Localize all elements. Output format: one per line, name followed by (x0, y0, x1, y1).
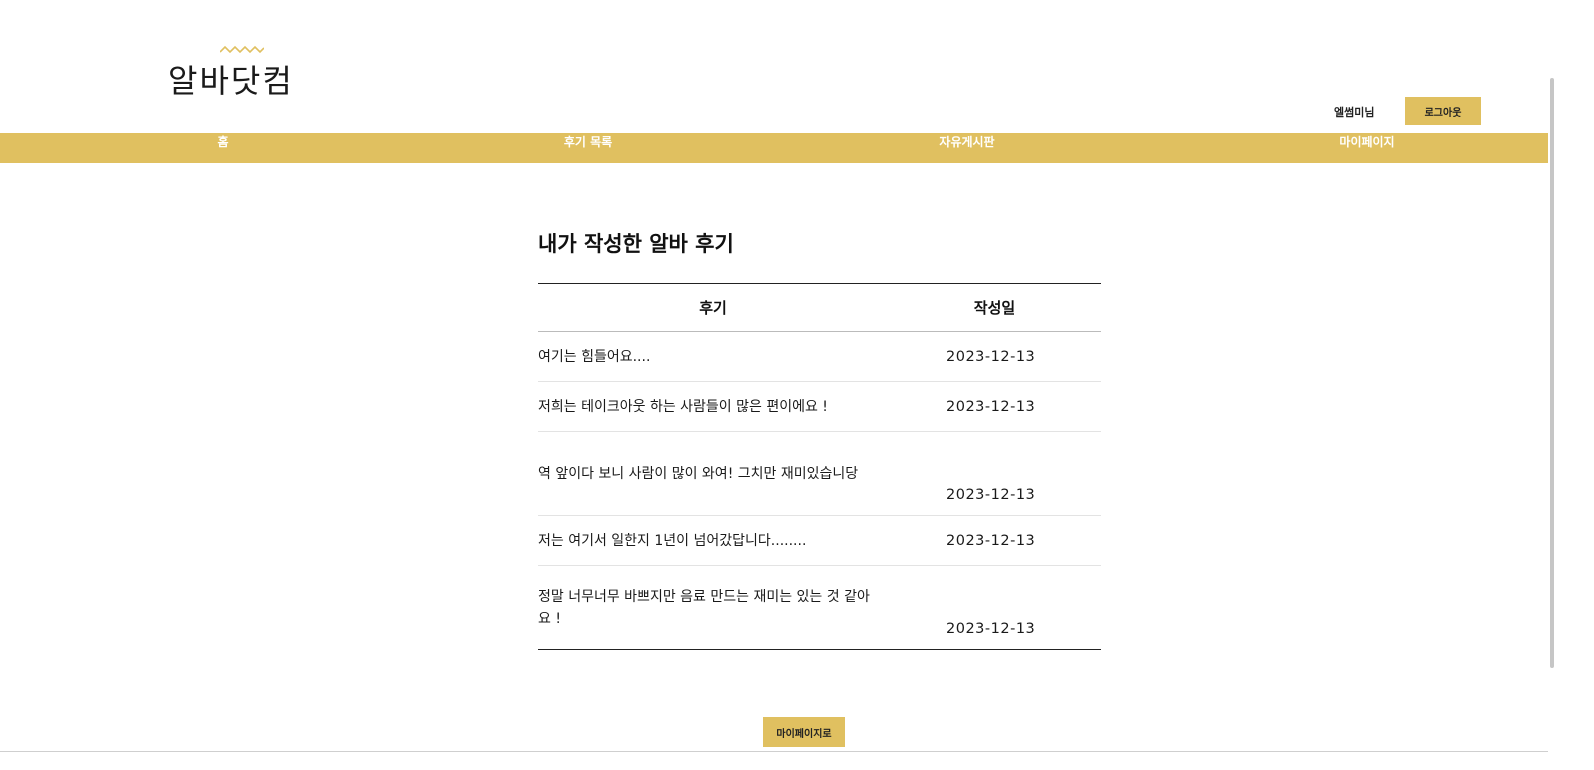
review-date: 2023-12-13 (888, 381, 1101, 432)
column-header-date: 작성일 (888, 283, 1101, 332)
review-text[interactable]: 저희는 테이크아웃 하는 사람들이 많은 편이에요 ! (538, 381, 888, 432)
table-header-row: 후기 작성일 (538, 283, 1101, 332)
review-text[interactable]: 역 앞이다 보니 사람이 많이 와여! 그치만 재미있습니당 (538, 431, 888, 516)
table-row[interactable]: 저희는 테이크아웃 하는 사람들이 많은 편이에요 ! 2023-12-13 (538, 381, 1101, 432)
review-text[interactable]: 정말 너무너무 바쁘지만 음료 만드는 재미는 있는 것 같아요 ! (538, 565, 888, 650)
logout-button[interactable]: 로그아웃 (1405, 97, 1481, 125)
user-name: 엘썸미님 (1334, 106, 1375, 119)
page-title: 내가 작성한 알바 후기 (538, 232, 734, 256)
main-nav: 홈 후기 목록 자유게시판 마이페이지 (0, 133, 1548, 163)
review-date: 2023-12-13 (888, 331, 1101, 382)
column-header-review: 후기 (538, 283, 888, 332)
table-row[interactable]: 역 앞이다 보니 사람이 많이 와여! 그치만 재미있습니당 2023-12-1… (538, 431, 1101, 516)
review-date: 2023-12-13 (888, 431, 1101, 516)
page: 알바닷컴 엘썸미님 로그아웃 홈 후기 목록 자유게시판 마이페이지 내가 작성… (0, 0, 1594, 770)
site-logo[interactable]: 알바닷컴 (168, 44, 338, 100)
table-row[interactable]: 저는 여기서 일한지 1년이 넘어갔답니다........ 2023-12-13 (538, 515, 1101, 566)
nav-item-home[interactable]: 홈 (217, 133, 228, 163)
back-to-mypage-button[interactable]: 마이페이지로 (763, 717, 845, 747)
nav-item-free-board[interactable]: 자유게시판 (939, 133, 994, 163)
nav-item-mypage[interactable]: 마이페이지 (1339, 133, 1394, 163)
scrollbar-thumb[interactable] (1550, 78, 1554, 668)
nav-item-reviews[interactable]: 후기 목록 (564, 133, 612, 163)
review-date: 2023-12-13 (888, 515, 1101, 566)
table-row[interactable]: 정말 너무너무 바쁘지만 음료 만드는 재미는 있는 것 같아요 ! 2023-… (538, 565, 1101, 650)
table-row[interactable]: 여기는 힘들어요.... 2023-12-13 (538, 331, 1101, 382)
logo-text: 알바닷컴 (168, 62, 294, 100)
wave-icon (220, 45, 264, 54)
review-date: 2023-12-13 (888, 565, 1101, 650)
reviews-table: 후기 작성일 여기는 힘들어요.... 2023-12-13 저희는 테이크아웃… (538, 283, 1101, 650)
review-text[interactable]: 여기는 힘들어요.... (538, 331, 888, 382)
footer-divider (0, 751, 1548, 752)
review-text[interactable]: 저는 여기서 일한지 1년이 넘어갔답니다........ (538, 515, 888, 566)
